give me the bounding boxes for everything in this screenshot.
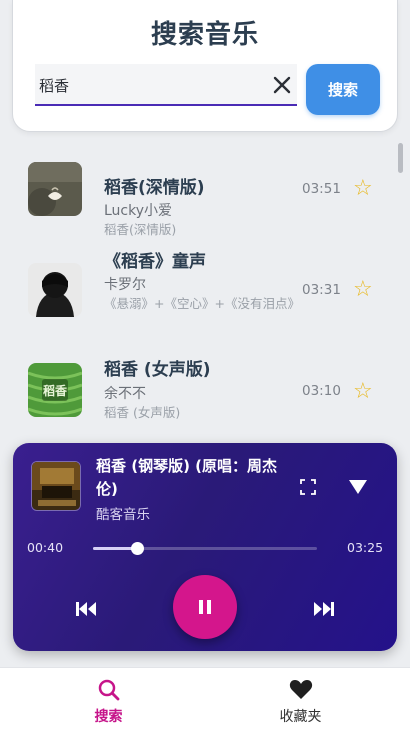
pause-button[interactable] (173, 575, 237, 639)
list-item[interactable]: 稻香(深情版) Lucky小爱 稻香(深情版) 03:51 ☆ (0, 156, 400, 256)
now-playing-artist: 酷客音乐 (96, 507, 150, 523)
album-cover: 稻香 (28, 363, 82, 417)
song-artist: 余不不 (104, 386, 146, 402)
pause-icon (199, 600, 211, 614)
song-duration: 03:51 (302, 181, 341, 197)
svg-text:稻香: 稻香 (43, 383, 67, 398)
next-track-icon[interactable] (313, 601, 335, 617)
song-album: 稻香 (女声版) (104, 405, 181, 420)
song-title: 稻香 (女声版) (104, 360, 211, 380)
star-outline-icon[interactable]: ☆ (353, 277, 373, 302)
search-button[interactable]: 搜索 (306, 64, 380, 115)
song-duration: 03:10 (302, 383, 341, 399)
bottom-nav: 搜索 收藏夹 (0, 667, 410, 729)
song-title: 稻香(深情版) (104, 178, 205, 198)
now-playing-panel: 稻香 (钢琴版) (原唱：周杰伦) 酷客音乐 00:40 03:25 (13, 443, 397, 651)
song-duration: 03:31 (302, 282, 341, 298)
song-artist: 卡罗尔 (104, 277, 146, 293)
now-playing-cover (31, 461, 81, 511)
list-item[interactable]: 稻香 稻香 (女声版) 余不不 稻香 (女声版) 03:10 ☆ (0, 353, 400, 440)
nav-item-search[interactable]: 搜索 (6, 668, 211, 729)
search-panel: 搜索音乐 搜索 (12, 0, 398, 132)
album-cover (28, 162, 82, 216)
search-field[interactable] (35, 64, 297, 106)
song-album: 稻香(深情版) (104, 222, 177, 237)
nav-item-favorites[interactable]: 收藏夹 (198, 668, 403, 729)
fullscreen-icon[interactable] (299, 478, 317, 496)
album-cover (28, 263, 82, 317)
song-artist: Lucky小爱 (104, 203, 173, 219)
page-title: 搜索音乐 (150, 20, 259, 50)
search-icon (98, 679, 119, 701)
search-input[interactable] (39, 72, 254, 98)
total-time: 03:25 (347, 540, 384, 555)
progress-slider[interactable] (93, 542, 317, 555)
collapse-icon[interactable] (347, 478, 369, 496)
heart-icon (289, 680, 312, 699)
nav-label-favorites: 收藏夹 (279, 709, 322, 725)
nav-label-search: 搜索 (94, 709, 123, 725)
scrollbar[interactable] (398, 143, 403, 173)
song-album: 《悬溺》+《空心》+《没有泪点》 (104, 296, 300, 311)
result-list[interactable]: 稻香(深情版) Lucky小爱 稻香(深情版) 03:51 ☆ 《稻香》童声 卡… (0, 140, 410, 440)
list-item[interactable]: 《稻香》童声 卡罗尔 《悬溺》+《空心》+《没有泪点》 03:31 ☆ (0, 247, 400, 347)
song-title: 《稻香》童声 (104, 252, 206, 272)
progress-handle[interactable] (130, 542, 144, 555)
clear-icon[interactable] (271, 74, 293, 96)
previous-track-icon[interactable] (75, 601, 97, 617)
now-playing-title: 稻香 (钢琴版) (原唱：周杰伦) (96, 457, 278, 498)
star-outline-icon[interactable]: ☆ (353, 379, 373, 404)
star-outline-icon[interactable]: ☆ (353, 176, 373, 201)
current-time: 00:40 (27, 540, 64, 555)
